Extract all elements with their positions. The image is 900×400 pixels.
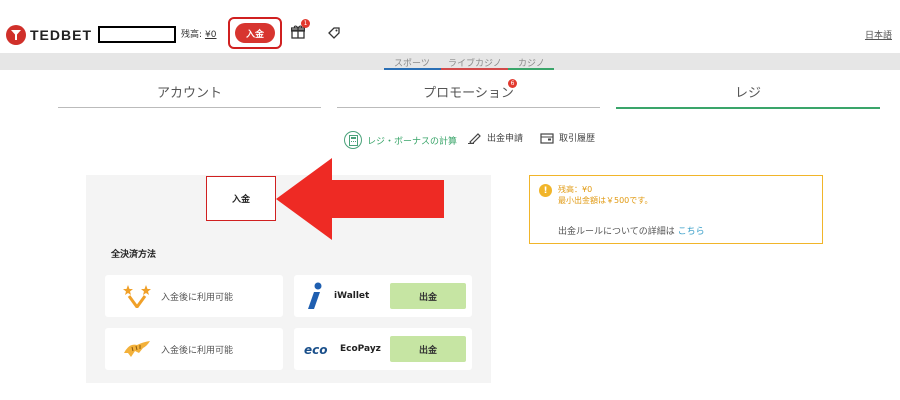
tab-account-line [58,107,321,108]
nav-casino-underline [508,68,554,70]
nav-live-casino-underline [441,68,508,70]
locked-method-label: 入金後に利用可能 [161,345,234,356]
tab-promotion[interactable]: プロモーション [337,82,600,101]
tedbet-logo-icon [6,25,26,45]
promotion-badge: 6 [508,79,517,88]
balance-display: 残高: ¥0 [181,27,217,40]
iwallet-withdraw-button[interactable]: 出金 [390,283,466,309]
gift-badge: 1 [301,19,310,28]
ecopayz-card[interactable]: eco EcoPayz 出金 [294,328,472,370]
transaction-history-label: 取引履歴 [559,134,596,144]
withdraw-request-label: 出金申請 [487,134,524,144]
locked-method-card[interactable]: 入金後に利用可能 [105,275,283,317]
ecopayz-logo: eco [304,343,328,356]
calculator-icon [344,131,362,149]
iwallet-card[interactable]: iWallet 出金 [294,275,472,317]
pen-icon [468,132,481,144]
deposit-button[interactable]: 入金 [235,23,275,43]
ecopayz-name: EcoPayz [340,344,381,354]
tiger-icon [124,341,150,357]
redacted-username [98,26,176,43]
rule-text: 出金ルールについての詳細は [558,227,675,237]
deposit-tab[interactable]: 入金 [206,176,276,221]
withdraw-rule-text: 出金ルールについての詳細は こちら [558,224,705,237]
info-balance-line: 残高：¥0 [558,185,593,194]
balance-label: 残高: [181,30,203,40]
wallet-icon [540,132,554,144]
transaction-history-link[interactable]: 取引履歴 [540,131,595,144]
bookmark-tag-icon[interactable] [327,26,341,40]
iwallet-name: iWallet [334,291,370,301]
withdraw-request-link[interactable]: 出金申請 [468,131,523,144]
section-title: 全決済方法 [111,250,157,260]
warning-icon: ! [539,184,552,197]
tab-cashier-active-line [616,107,880,109]
language-selector[interactable]: 日本語 [865,28,892,41]
locked-method-label: 入金後に利用可能 [161,292,234,303]
info-lines: 残高：¥0 最小出金額は￥500です。 [558,184,652,206]
tab-cashier[interactable]: レジ [616,82,880,101]
bonus-calculator-label: レジ・ボーナスの計算 [367,136,458,147]
svg-text:eco: eco [304,343,328,356]
tedbet-logo[interactable]: TEDBET [6,25,92,45]
logo-text: TEDBET [30,27,92,43]
bonus-calculator-link[interactable]: レジ・ボーナスの計算 [344,131,457,149]
info-min-withdraw-line: 最小出金額は￥500です。 [558,196,653,205]
tab-account[interactable]: アカウント [58,82,321,101]
locked-method-card[interactable]: 入金後に利用可能 [105,328,283,370]
iwallet-logo [308,282,322,309]
red-arrow-annotation [276,158,444,240]
nav-sports-underline [384,68,441,70]
ecopayz-withdraw-button[interactable]: 出金 [390,336,466,362]
rule-link[interactable]: こちら [678,227,705,237]
balance-value[interactable]: ¥0 [205,30,216,40]
vip-stars-icon [123,285,151,308]
tab-promotion-line [337,107,600,108]
